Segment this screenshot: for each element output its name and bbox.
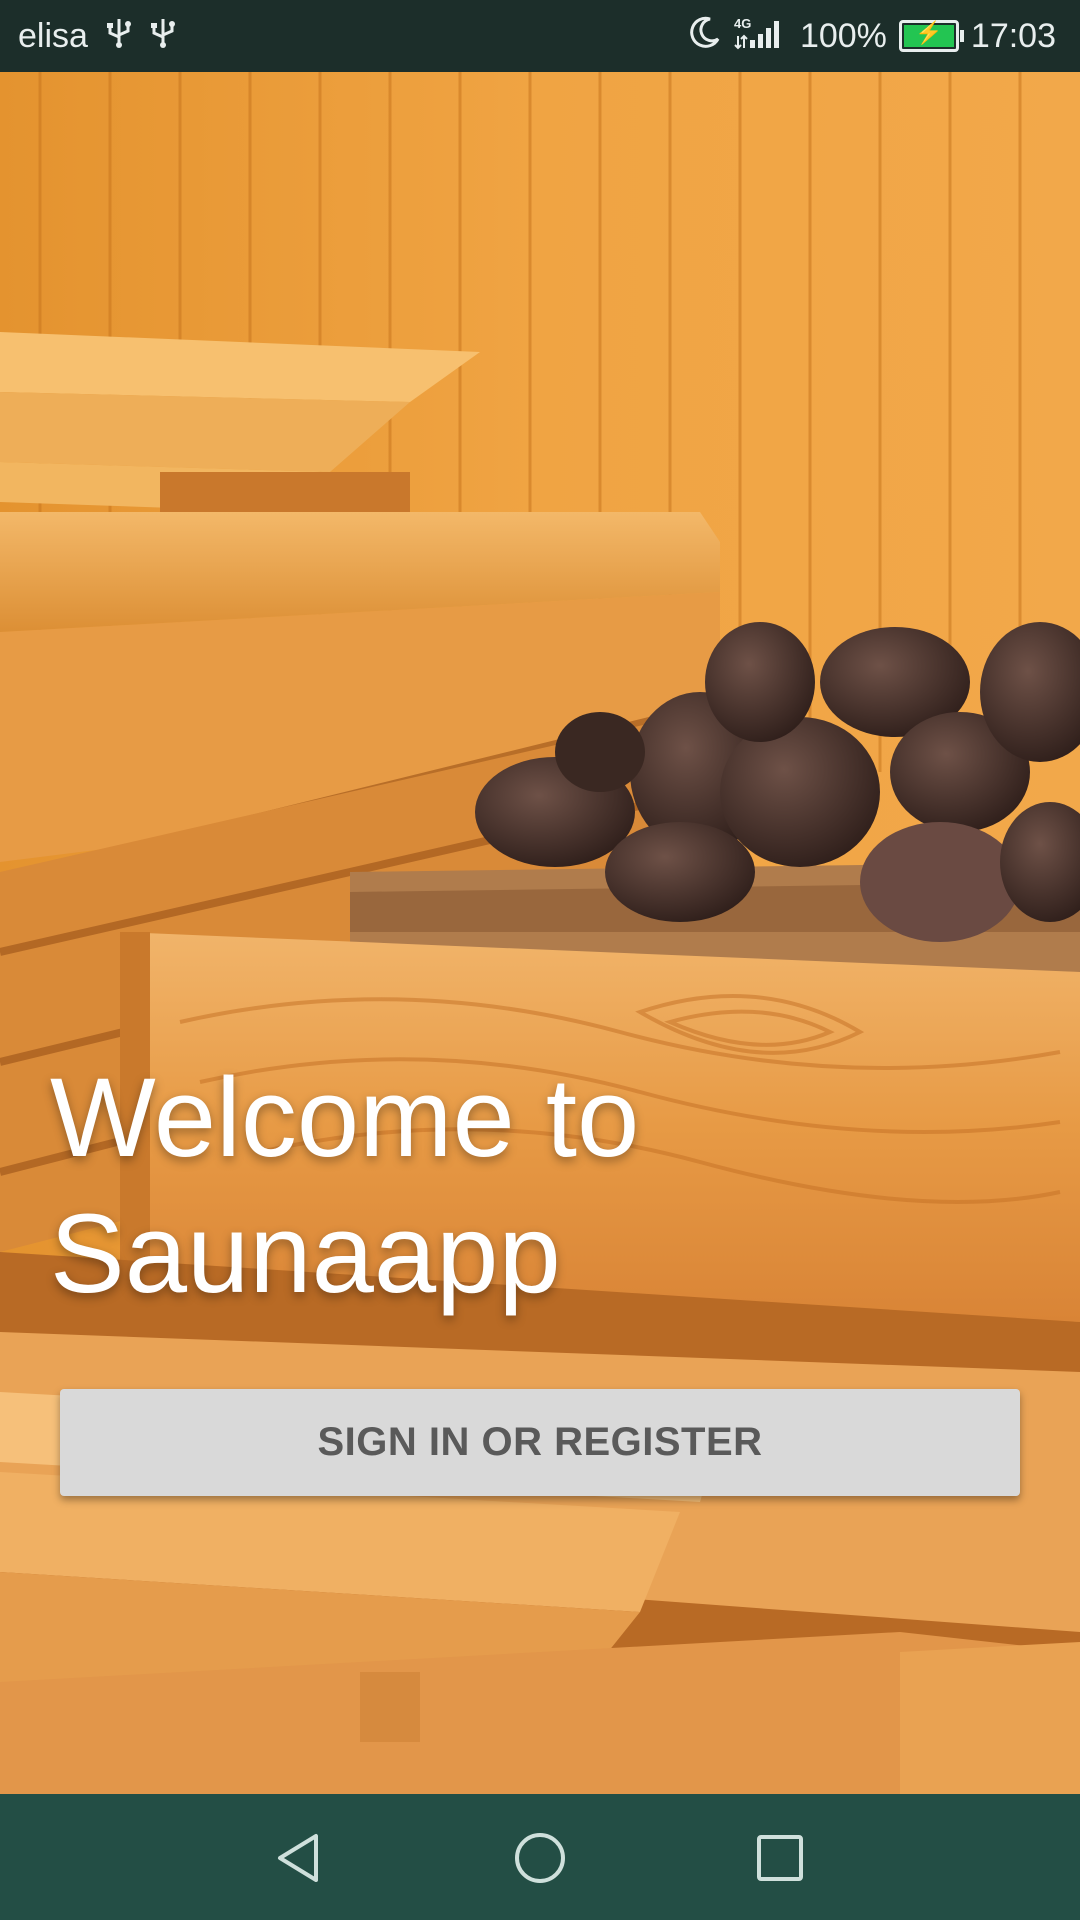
recents-icon[interactable]: [750, 1828, 810, 1888]
welcome-line-1: Welcome to: [50, 1055, 640, 1180]
moon-icon: [688, 15, 722, 58]
status-bar: elisa 4G 100% ⚡ 17:03: [0, 0, 1080, 72]
welcome-line-2: Saunaapp: [50, 1191, 561, 1316]
battery-icon: ⚡: [898, 20, 964, 52]
welcome-heading: Welcome to Saunaapp: [50, 1050, 1030, 1322]
carrier-name: elisa: [18, 16, 88, 55]
clock: 17:03: [970, 16, 1056, 55]
back-icon[interactable]: [270, 1828, 330, 1888]
signal-icon: 4G: [734, 14, 788, 59]
usb-icon: [106, 15, 132, 58]
battery-percent: 100%: [799, 16, 887, 55]
network-type: 4G: [734, 16, 751, 31]
navigation-bar: [0, 1794, 1080, 1920]
welcome-screen: elisa 4G 100% ⚡ 17:03 Welcome to Saunaap…: [0, 0, 1080, 1920]
sauna-background-image: [0, 72, 1080, 1794]
home-icon[interactable]: [510, 1828, 570, 1888]
usb-icon: [150, 15, 176, 58]
sign-in-or-register-button[interactable]: SIGN IN OR REGISTER: [60, 1389, 1020, 1496]
